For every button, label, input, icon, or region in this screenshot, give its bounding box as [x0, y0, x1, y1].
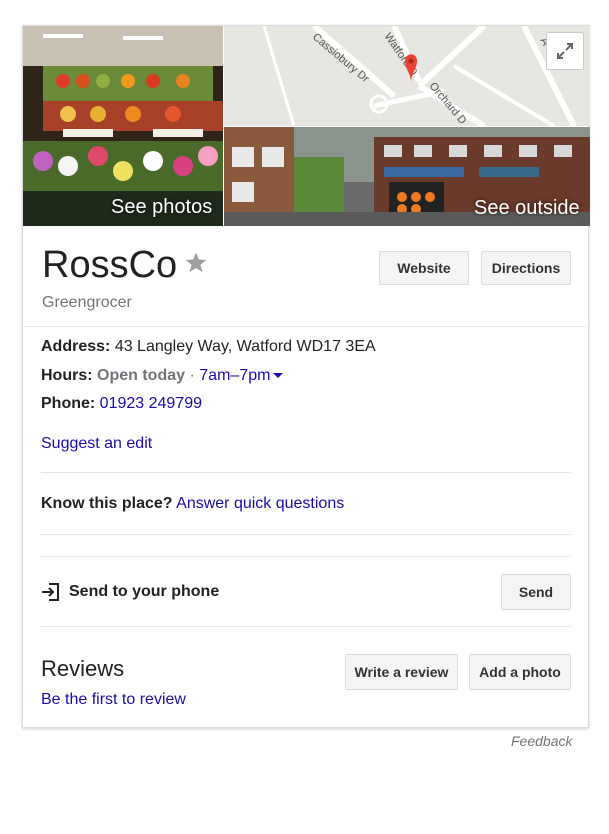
phone-row: Phone: 01923 249799 [41, 395, 202, 413]
divider [41, 534, 571, 535]
phone-label: Phone: [41, 395, 96, 412]
expand-icon [557, 43, 573, 59]
media-strip: See photos Cassiobury Dr Watford D Orcha… [23, 26, 590, 226]
send-to-phone-row: Send to your phone [41, 582, 219, 602]
divider [41, 556, 571, 557]
know-place-label: Know this place? [41, 495, 173, 512]
caret-down-icon [273, 373, 284, 379]
suggest-edit-link[interactable]: Suggest an edit [41, 435, 152, 453]
send-to-phone-icon [42, 583, 59, 601]
business-category: Greengrocer [42, 294, 132, 311]
feedback-link[interactable]: Feedback [511, 733, 572, 749]
see-outside-label[interactable]: See outside [474, 197, 580, 220]
star-icon [185, 252, 207, 272]
knowledge-panel: See photos Cassiobury Dr Watford D Orcha… [22, 25, 590, 728]
divider [41, 626, 571, 627]
send-button[interactable]: Send [501, 574, 571, 610]
hours-label: Hours: [41, 367, 93, 384]
first-review-link[interactable]: Be the first to review [41, 691, 186, 709]
address-label: Address: [41, 338, 111, 355]
send-to-phone-label: Send to your phone [69, 583, 220, 600]
divider [23, 326, 590, 327]
map-image: Cassiobury Dr Watford D Orchard D A [224, 26, 590, 126]
answer-questions-link[interactable]: Answer quick questions [176, 495, 344, 512]
address-value: 43 Langley Way, Watford WD17 3EA [114, 338, 376, 355]
know-place-row: Know this place? Answer quick questions [41, 495, 344, 513]
expand-map-button[interactable] [546, 32, 584, 70]
business-name: RossCo [42, 244, 178, 286]
hours-status: Open today [97, 367, 186, 384]
street-view-tile[interactable]: See outside [224, 127, 590, 226]
directions-button[interactable]: Directions [481, 251, 571, 285]
reviews-heading: Reviews [41, 656, 125, 681]
write-review-button[interactable]: Write a review [345, 654, 458, 690]
website-button[interactable]: Website [379, 251, 469, 285]
hours-dropdown[interactable]: 7am–7pm [199, 367, 284, 384]
address-row: Address: 43 Langley Way, Watford WD17 3E… [41, 338, 376, 356]
hours-separator: · [189, 367, 195, 384]
divider [41, 472, 571, 473]
hours-value: 7am–7pm [199, 367, 271, 384]
add-photo-button[interactable]: Add a photo [469, 654, 571, 690]
phone-link[interactable]: 01923 249799 [100, 395, 202, 412]
see-photos-label[interactable]: See photos [111, 196, 212, 219]
hours-row: Hours: Open today · 7am–7pm [41, 367, 284, 385]
save-star-button[interactable] [184, 251, 208, 280]
photos-tile[interactable]: See photos [23, 26, 223, 226]
map-tile[interactable]: Cassiobury Dr Watford D Orchard D A [224, 26, 590, 126]
